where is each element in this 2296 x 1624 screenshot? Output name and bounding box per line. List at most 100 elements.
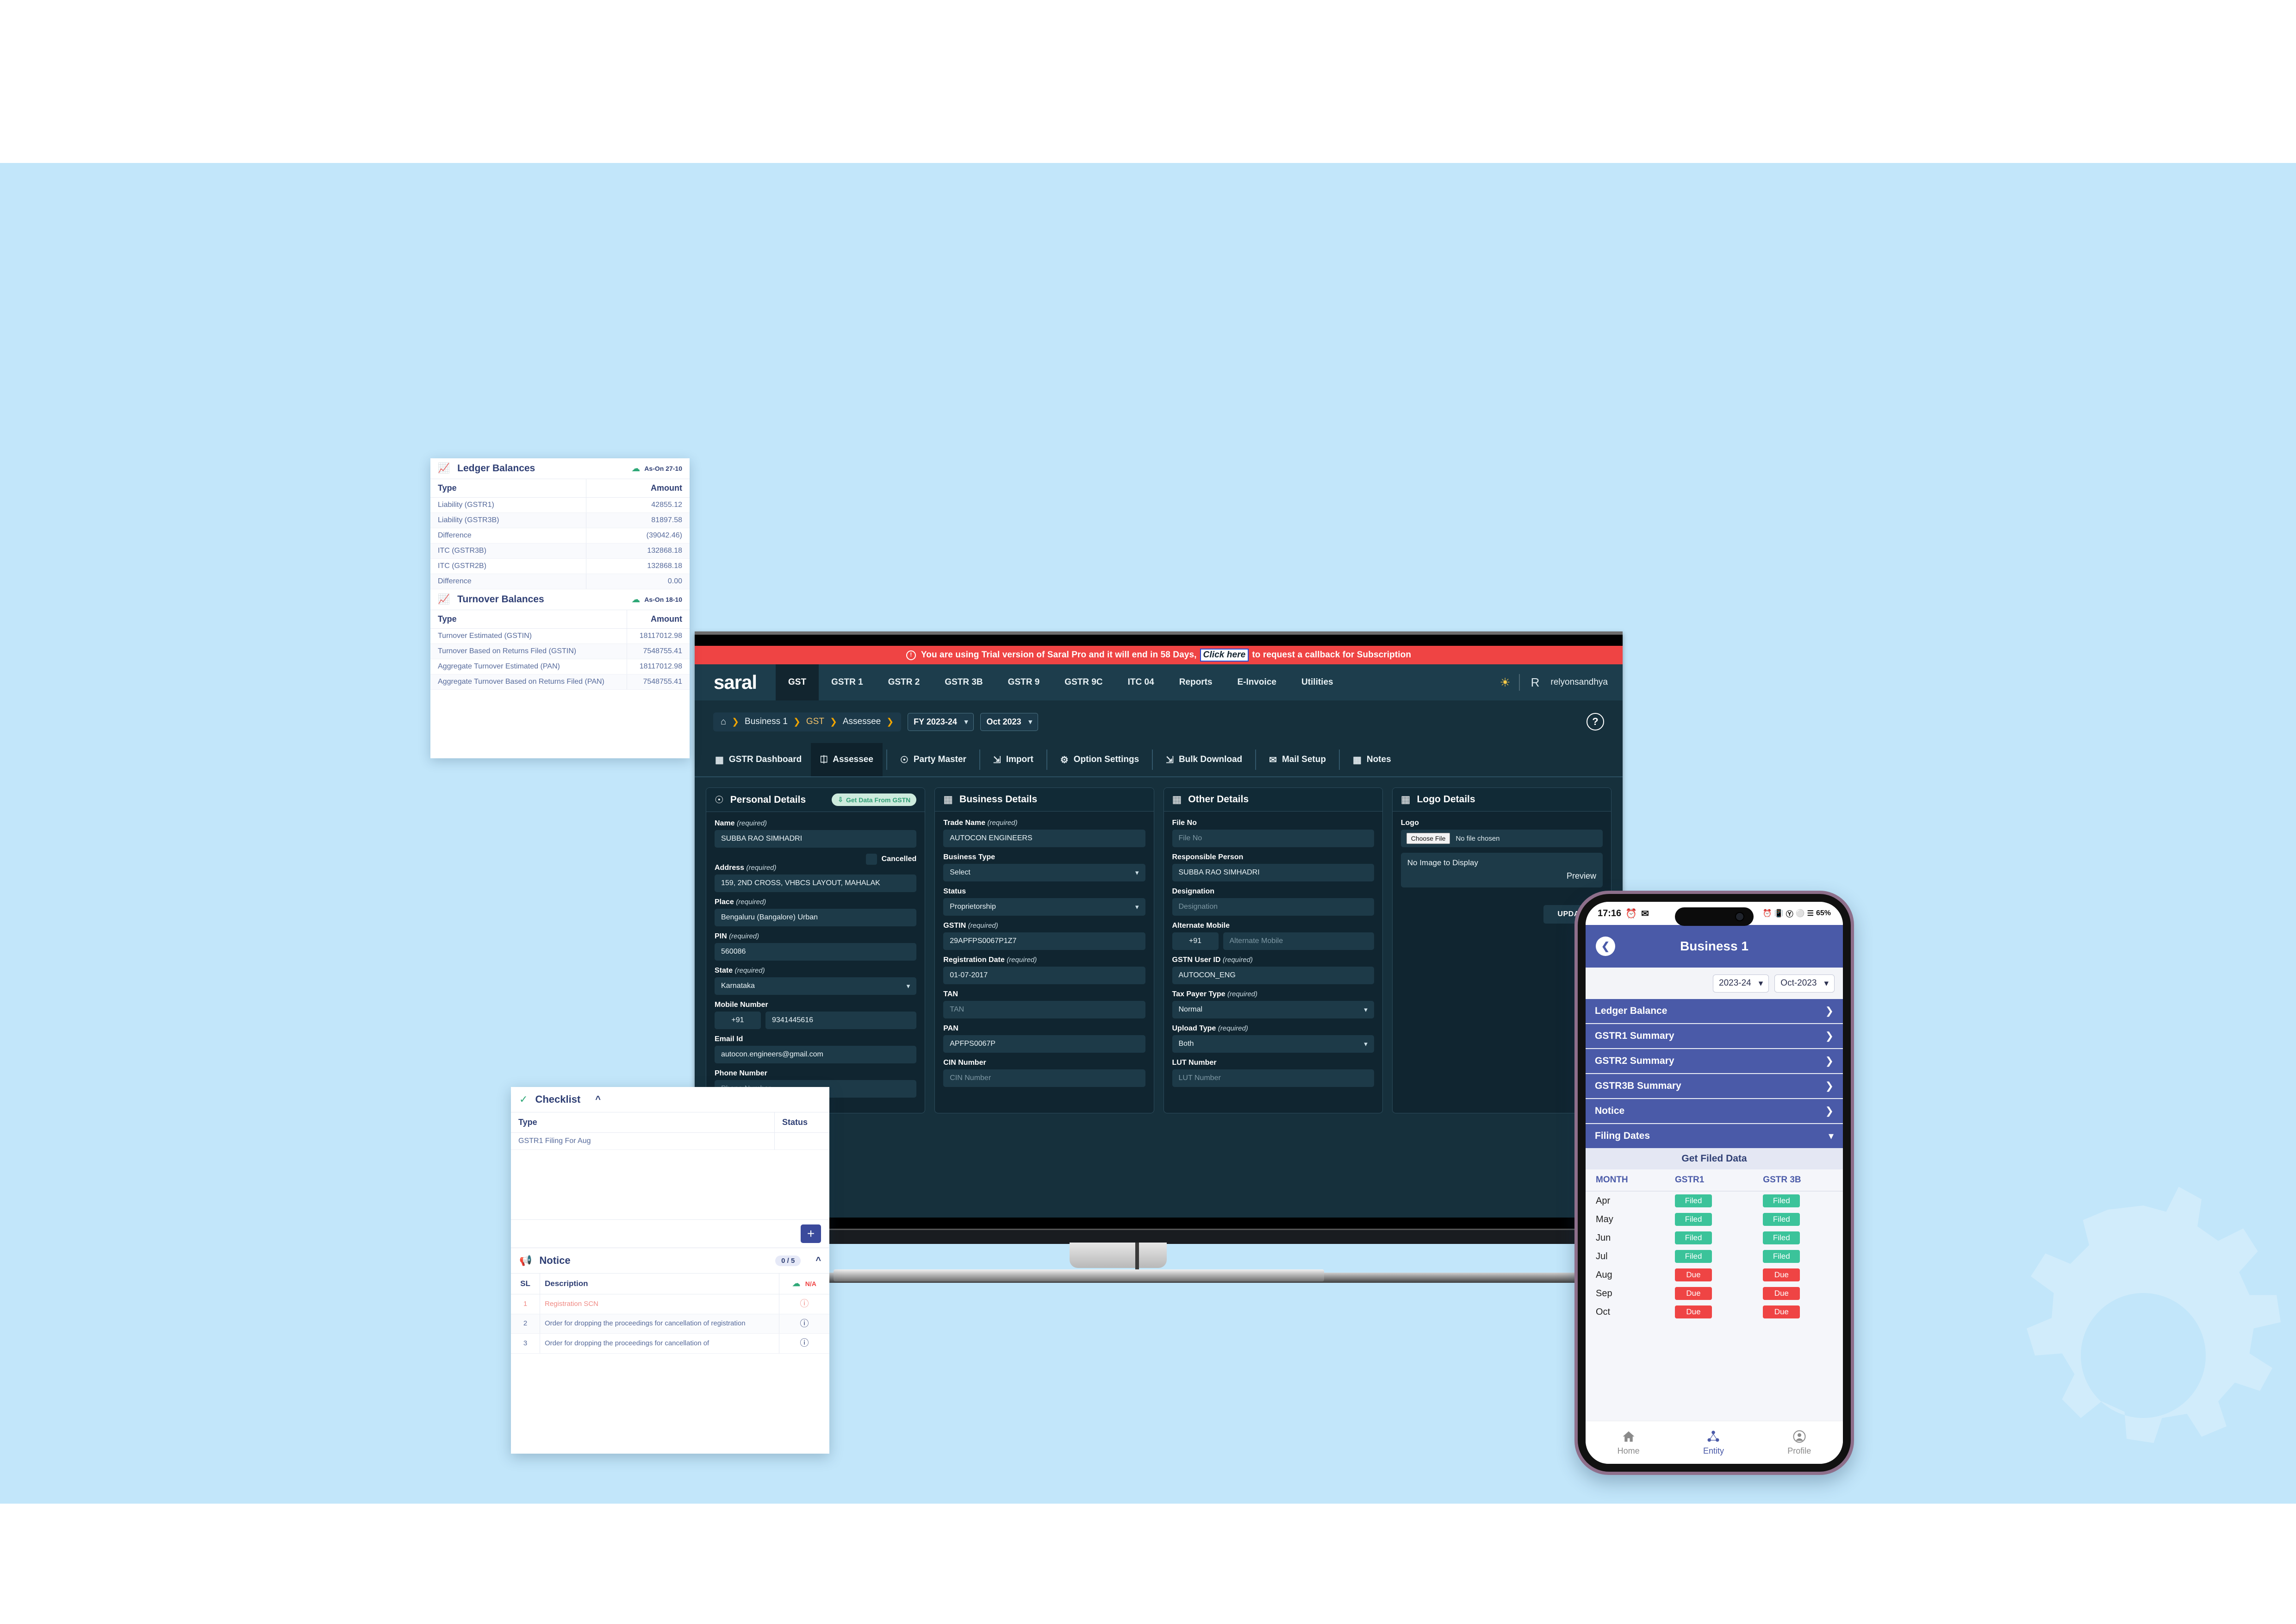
email-input[interactable]: autocon.engineers@gmail.com xyxy=(715,1046,917,1063)
month-select[interactable]: Oct 2023 ▾ xyxy=(980,712,1039,731)
info-icon[interactable]: ⓘ xyxy=(779,1333,829,1354)
breadcrumb-gst[interactable]: GST xyxy=(806,717,824,727)
year-select[interactable]: 2023-24 ▾ xyxy=(1713,974,1769,993)
tab-gstr-dashboard[interactable]: ▦ GSTR Dashboard xyxy=(706,743,811,776)
name-input[interactable]: SUBBA RAO SIMHADRI xyxy=(715,830,917,848)
cloud-download-icon[interactable]: ☁ xyxy=(631,594,640,605)
trade-name-input[interactable]: AUTOCON ENGINEERS xyxy=(943,830,1145,847)
address-input[interactable]: 159, 2ND CROSS, VHBCS LAYOUT, MAHALAK xyxy=(715,874,917,892)
accordion-filing-dates[interactable]: Filing Dates ▾ xyxy=(1586,1124,1843,1148)
nav-item-gstr9c[interactable]: GSTR 9C xyxy=(1052,664,1115,700)
breadcrumb-business[interactable]: Business 1 xyxy=(745,717,788,727)
bluetooth-icon: Ⓨ xyxy=(1786,911,1793,918)
tab-party-master[interactable]: ☉ Party Master xyxy=(891,743,976,776)
mobile-input[interactable]: 9341445616 xyxy=(765,1012,917,1029)
business-type-select[interactable]: Select ▾ xyxy=(943,864,1145,881)
add-checklist-button[interactable]: + xyxy=(801,1224,821,1243)
nav-item-itc04[interactable]: ITC 04 xyxy=(1115,664,1167,700)
row-month: Jul xyxy=(1596,1251,1608,1262)
tab-mail-setup[interactable]: ✉ Mail Setup xyxy=(1260,743,1335,776)
bell-icon[interactable]: ☀ xyxy=(1500,675,1510,690)
nav-item-utilities[interactable]: Utilities xyxy=(1289,664,1346,700)
help-button[interactable]: ? xyxy=(1587,713,1604,731)
designation-input[interactable]: Designation xyxy=(1172,898,1374,916)
nav-item-einvoice[interactable]: E-Invoice xyxy=(1225,664,1288,700)
cancelled-checkbox[interactable] xyxy=(865,854,877,865)
pin-input[interactable]: 560086 xyxy=(715,943,917,961)
bottom-nav-home[interactable]: Home xyxy=(1618,1430,1640,1456)
accordion-gstr1-summary[interactable]: GSTR1 Summary ❯ xyxy=(1586,1024,1843,1049)
tab-import[interactable]: ⇲ Import xyxy=(984,743,1043,776)
info-icon[interactable]: ⓘ xyxy=(779,1314,829,1334)
cloud-download-icon[interactable]: ☁ xyxy=(631,463,640,474)
status-badge: Filed xyxy=(1675,1250,1712,1263)
avatar[interactable]: R xyxy=(1528,675,1543,690)
chevron-up-icon[interactable]: ^ xyxy=(595,1094,601,1105)
row-gstr3b: Filed xyxy=(1753,1247,1843,1266)
accordion-ledger-balance[interactable]: Ledger Balance ❯ xyxy=(1586,999,1843,1024)
saral-logo[interactable]: saral xyxy=(695,664,776,700)
row-type: Liability (GSTR1) xyxy=(430,497,586,513)
alternate-mobile-input[interactable]: Alternate Mobile xyxy=(1223,932,1374,950)
nav-item-gstr3b[interactable]: GSTR 3B xyxy=(932,664,995,700)
bottom-nav-label: Profile xyxy=(1787,1446,1811,1455)
tab-bulk-download[interactable]: ⇲ Bulk Download xyxy=(1157,743,1251,776)
field-cin: CIN Number CIN Number xyxy=(943,1059,1145,1087)
choose-file-button[interactable]: Choose File xyxy=(1406,833,1450,844)
row-amount: 132868.18 xyxy=(585,558,690,574)
tan-input[interactable]: TAN xyxy=(943,1001,1145,1018)
chevron-up-icon[interactable]: ^ xyxy=(815,1255,821,1266)
mail-icon: ✉ xyxy=(1269,755,1277,765)
row-type: Liability (GSTR3B) xyxy=(430,512,586,528)
status-badge: Due xyxy=(1675,1268,1712,1281)
get-data-from-gstn-button[interactable]: ⇩ Get Data From GSTN xyxy=(832,793,917,806)
notes-icon: ▦ xyxy=(1352,755,1362,765)
nav-item-gst[interactable]: GST xyxy=(776,664,819,700)
back-button[interactable]: ❮ xyxy=(1596,937,1615,956)
bottom-nav-profile[interactable]: Profile xyxy=(1787,1430,1811,1456)
battery-label: 65% xyxy=(1816,909,1831,917)
accordion-gstr2-summary[interactable]: GSTR2 Summary ❯ xyxy=(1586,1049,1843,1074)
info-icon[interactable]: ⓘ xyxy=(779,1294,829,1314)
camera-lens-icon xyxy=(1735,912,1744,921)
accordion-notice[interactable]: Notice ❯ xyxy=(1586,1099,1843,1124)
tab-notes[interactable]: ▦ Notes xyxy=(1344,743,1400,776)
nav-item-gstr1[interactable]: GSTR 1 xyxy=(819,664,876,700)
home-icon[interactable]: ⌂ xyxy=(721,717,726,727)
tax-payer-type-select[interactable]: Normal ▾ xyxy=(1172,1001,1374,1018)
profile-icon xyxy=(1793,1430,1806,1443)
place-input[interactable]: Bengaluru (Bangalore) Urban xyxy=(715,909,917,926)
row-gstr3b: Due xyxy=(1753,1284,1843,1303)
status-badge: Filed xyxy=(1675,1213,1712,1226)
tab-option-settings[interactable]: ⚙ Option Settings xyxy=(1051,743,1148,776)
accordion-gstr3b-summary[interactable]: GSTR3B Summary ❯ xyxy=(1586,1074,1843,1099)
lut-number-input[interactable]: LUT Number xyxy=(1172,1069,1374,1087)
state-select[interactable]: Karnataka ▾ xyxy=(715,977,917,995)
tab-label: Bulk Download xyxy=(1178,755,1243,764)
bottom-nav-entity[interactable]: Entity xyxy=(1703,1430,1724,1456)
upload-type-select[interactable]: Both ▾ xyxy=(1172,1035,1374,1053)
gstin-input[interactable]: 29APFPS0067P1Z7 xyxy=(943,932,1145,950)
cin-input[interactable]: CIN Number xyxy=(943,1069,1145,1087)
fy-select[interactable]: FY 2023-24 ▾ xyxy=(908,712,974,731)
tab-assessee[interactable]: ⎅ Assessee xyxy=(811,743,883,776)
logo-file-picker[interactable]: Choose File No file chosen xyxy=(1400,830,1603,847)
status-select[interactable]: Proprietorship ▾ xyxy=(943,898,1145,916)
cloud-download-icon[interactable]: ☁ xyxy=(792,1279,800,1288)
panel-header: ▦ Business Details xyxy=(935,788,1154,812)
nav-item-gstr2[interactable]: GSTR 2 xyxy=(876,664,933,700)
file-no-input[interactable]: File No xyxy=(1172,830,1374,847)
trial-click-here-link[interactable]: Click here xyxy=(1200,649,1249,662)
pan-input[interactable]: APFPS0067P xyxy=(943,1035,1145,1053)
gstn-user-id-input[interactable]: AUTOCON_ENG xyxy=(1172,967,1374,984)
username-label[interactable]: relyonsandhya xyxy=(1550,677,1608,687)
registration-date-input[interactable]: 01-07-2017 xyxy=(943,967,1145,984)
responsible-person-input[interactable]: SUBBA RAO SIMHADRI xyxy=(1172,864,1374,881)
nav-item-gstr9[interactable]: GSTR 9 xyxy=(996,664,1052,700)
month-select[interactable]: Oct-2023 ▾ xyxy=(1774,974,1835,993)
tab-label: Import xyxy=(1006,755,1033,764)
breadcrumb-assessee[interactable]: Assessee xyxy=(843,717,881,727)
nav-item-reports[interactable]: Reports xyxy=(1167,664,1225,700)
preview-link[interactable]: Preview xyxy=(1407,871,1596,881)
get-filed-data-button[interactable]: Get Filed Data xyxy=(1586,1148,1843,1169)
